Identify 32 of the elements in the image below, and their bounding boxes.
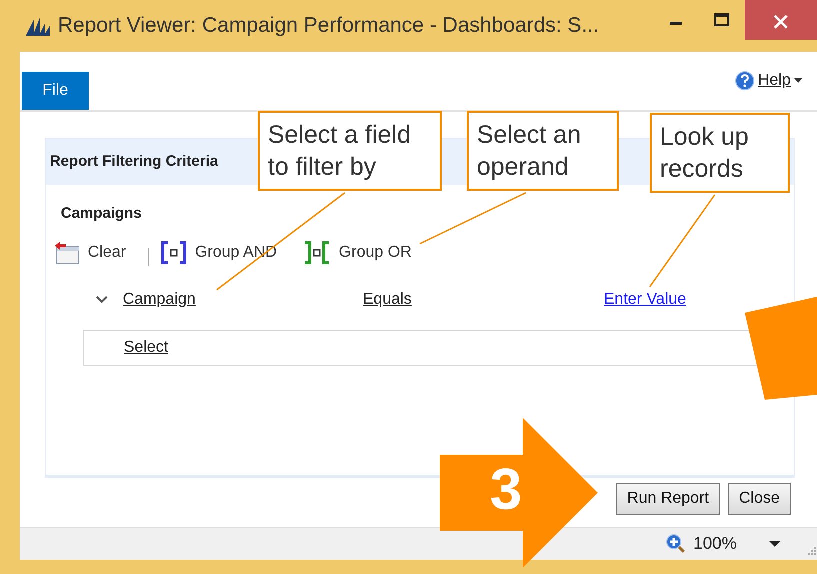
menu-tab[interactable]: File (22, 72, 89, 110)
panel-title: Report Filtering Criteria (50, 152, 218, 172)
select-link[interactable]: Select (124, 336, 168, 360)
window-title: Report Viewer: Campaign Performance - Dashboards: S... (58, 13, 600, 40)
clear-icon (54, 240, 80, 264)
zoom-level: 100% (694, 533, 737, 556)
caret-icon (794, 78, 803, 84)
callout-box: Select an operand (467, 111, 619, 191)
run-report-button[interactable]: Run Report (616, 483, 720, 515)
close-icon (773, 14, 789, 30)
operator-link[interactable]: Equals (363, 288, 604, 312)
group-or-button[interactable]: Group OR (303, 240, 412, 264)
section-heading: Campaigns (61, 204, 143, 224)
group-and-icon (161, 240, 188, 264)
callout-box: Select a field to filter by (258, 111, 442, 191)
callout-box: Look up records (650, 113, 790, 193)
chevron-icon[interactable] (96, 296, 108, 304)
maximize-icon (714, 12, 730, 27)
dropdown-caret-icon[interactable] (769, 540, 781, 548)
close-dialog-button[interactable]: Close (728, 483, 791, 515)
help-icon (735, 71, 756, 91)
field-link[interactable]: Campaign (123, 288, 363, 312)
app-logo-icon (26, 16, 50, 36)
group-or-icon (303, 240, 332, 264)
close-button[interactable] (745, 0, 817, 40)
clear-button[interactable]: Clear (54, 240, 126, 264)
zoom-icon[interactable] (666, 534, 686, 554)
step-number: 3 (490, 456, 522, 524)
minimize-icon (670, 22, 682, 26)
help-menu[interactable]: Help (729, 68, 809, 94)
value-link[interactable]: Enter Value (604, 288, 686, 312)
resize-grip-icon[interactable] (807, 546, 817, 556)
